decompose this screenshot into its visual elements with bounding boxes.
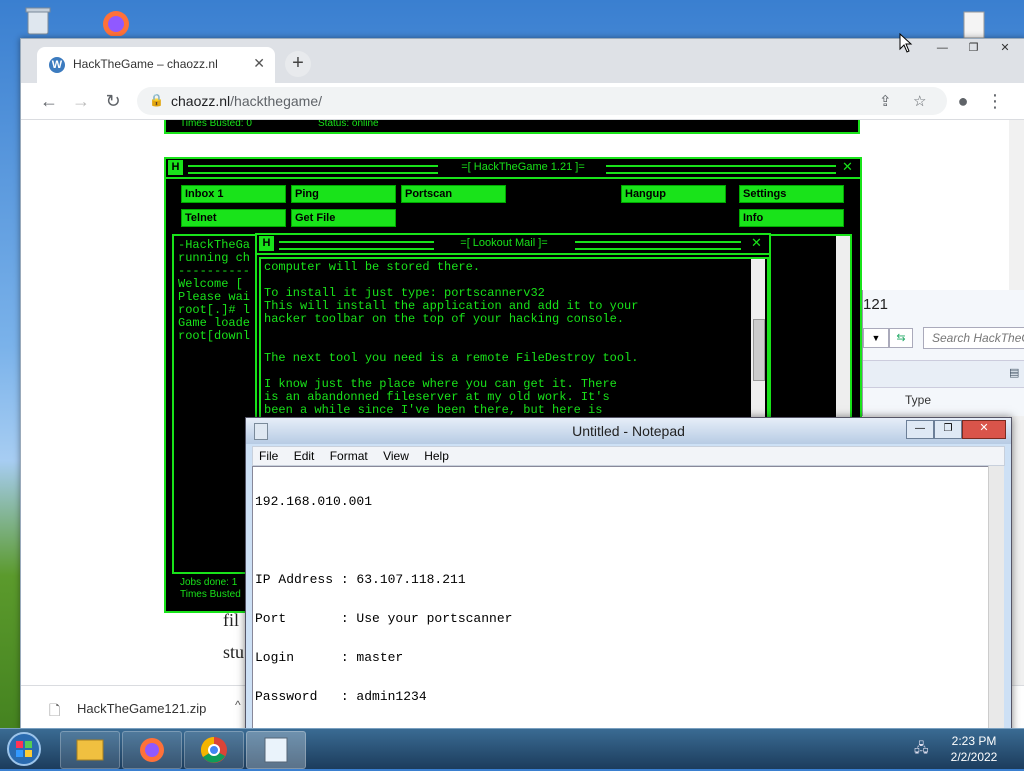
status-online: Status: online [318,120,379,129]
chevron-up-icon[interactable]: ^ [235,698,241,712]
mail-h-logo-icon: H [259,236,274,251]
notepad-scrollbar[interactable] [988,466,1004,728]
window-controls: — ❐ ✕ [928,39,1019,59]
wordpress-icon: W [49,57,65,73]
mail-text: computer will be stored there. To instal… [264,260,639,417]
back-button[interactable]: ← [37,90,61,112]
clock-date[interactable]: 2/2/2022 [944,750,1004,764]
address-bar[interactable]: 🔒 chaozz.nl/hackthegame/ ⇪ ☆ [137,87,947,115]
menu-file[interactable]: File [253,447,284,465]
explorer-toolbar: ▤ [863,360,1024,388]
jobs-done-label: Jobs done: 1 [180,577,238,588]
settings-button[interactable]: Settings [739,185,844,203]
close-tab-icon[interactable]: ✕ [253,55,265,72]
bookmark-star-icon[interactable]: ☆ [913,92,926,110]
reload-button[interactable]: ↻ [101,90,125,112]
info-button[interactable]: Info [739,209,844,227]
times-busted-label: Times Busted [180,589,241,600]
get-file-button[interactable]: Get File [291,209,396,227]
taskbar-chrome[interactable] [184,731,244,769]
file-icon: 🗋 [49,702,61,718]
notepad-maximize-button[interactable]: ❐ [934,420,962,439]
download-filename[interactable]: HackTheGame121.zip [77,701,206,716]
chevron-down-icon[interactable]: ▼ [863,328,889,348]
h-logo-icon: H [168,160,183,175]
explorer-search-input[interactable]: Search HackTheG [923,327,1024,349]
notepad-close-button[interactable]: ✕ [962,420,1006,439]
firefox-desktop-icon[interactable] [96,6,136,37]
browser-toolbar: ← → ↻ 🔒 chaozz.nl/hackthegame/ ⇪ ☆ ● ⋮ [21,83,1024,120]
lock-icon: 🔒 [149,93,164,107]
notepad-titlebar: Untitled - Notepad — ❐ ✕ [246,418,1011,444]
menu-view[interactable]: View [377,447,415,465]
view-options-icon[interactable]: ▤ [1009,366,1019,379]
mail-close-icon[interactable]: ✕ [751,235,765,251]
profile-icon[interactable]: ● [951,90,975,112]
minimize-button[interactable]: — [928,39,956,57]
maximize-button[interactable]: ❐ [960,39,988,57]
hangup-button[interactable]: Hangup [621,185,726,203]
menu-kebab-icon[interactable]: ⋮ [983,90,1007,112]
browser-tab[interactable]: W HackTheGame – chaozz.nl ✕ [37,47,275,83]
game-titlebar: H =[ HackTheGame 1.21 ]= ✕ [166,159,860,179]
close-window-button[interactable]: ✕ [991,39,1019,57]
notepad-content: 192.168.010.001 IP Address : 63.107.118.… [255,494,513,704]
page-text-fragment-2: stu [223,642,245,662]
menu-help[interactable]: Help [418,447,455,465]
explorer-title-fragment: 121 [863,296,889,313]
notepad-menubar: File Edit Format View Help [252,446,1005,466]
inbox-button[interactable]: Inbox 1 [181,185,286,203]
refresh-icon[interactable]: ⇆ [889,328,913,348]
mail-stripes-left [279,241,434,250]
new-tab-button[interactable]: + [285,51,311,77]
menu-edit[interactable]: Edit [288,447,321,465]
desktop-file-icon[interactable] [956,10,992,40]
taskbar: 🖧 2:23 PM 2/2/2022 [0,728,1024,769]
game-title: =[ HackTheGame 1.21 ]= [461,161,585,173]
network-icon[interactable]: 🖧 [914,739,932,755]
taskbar-firefox[interactable] [122,731,182,769]
mail-scroll-thumb[interactable] [753,319,765,381]
clock-time[interactable]: 2:23 PM [944,734,1004,748]
notepad-text-area[interactable]: 192.168.010.001 IP Address : 63.107.118.… [252,466,989,730]
notepad-window: Untitled - Notepad — ❐ ✕ File Edit Forma… [245,417,1012,739]
search-placeholder: Search HackTheG [932,331,1024,345]
page-text-fragment-1: fil [223,610,239,630]
ping-button[interactable]: Ping [291,185,396,203]
notepad-minimize-button[interactable]: — [906,420,934,439]
taskbar-notepad[interactable] [246,731,306,769]
tab-strip: W HackTheGame – chaozz.nl ✕ + — ❐ ✕ [21,39,1024,83]
title-stripes-right [606,165,836,174]
column-header-type[interactable]: Type [905,393,931,407]
start-button[interactable] [4,731,46,767]
menu-format[interactable]: Format [324,447,374,465]
game-status-bar: Times Busted: 0 Status: online [164,120,860,134]
mail-titlebar: H =[ Lookout Mail ]= ✕ [257,235,769,255]
explorer-window: 121 ▼ ⇆ Search HackTheG ▤ Type [862,290,1024,416]
forward-button[interactable]: → [69,90,93,112]
tab-title: HackTheGame – chaozz.nl [73,57,218,71]
console-output: -HackTheGa running ch ---------- Welcome… [178,238,251,343]
mail-title: =[ Lookout Mail ]= [460,237,548,249]
times-busted-top: Times Busted: 0 [180,120,252,129]
url-text: chaozz.nl/hackthegame/ [171,93,322,109]
taskbar-explorer[interactable] [60,731,120,769]
portscan-button[interactable]: Portscan [401,185,506,203]
mouse-cursor-icon [899,32,913,56]
title-stripes-left [188,165,438,174]
share-icon[interactable]: ⇪ [879,92,892,110]
mail-stripes-right [575,241,741,250]
notepad-title: Untitled - Notepad [572,423,685,439]
game-close-icon[interactable]: ✕ [842,159,856,175]
recycle-bin-icon[interactable] [20,6,56,36]
telnet-button[interactable]: Telnet [181,209,286,227]
